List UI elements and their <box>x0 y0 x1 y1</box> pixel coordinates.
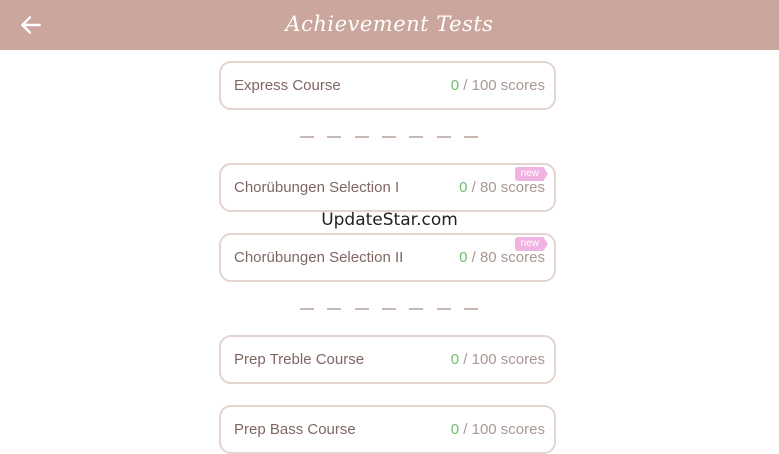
score-total: / 80 scores <box>471 179 545 196</box>
test-card-prep-treble-course[interactable]: Prep Treble Course 0 / 100 scores <box>219 335 556 384</box>
test-card-score: 0 / 80 scores <box>459 249 545 266</box>
score-current: 0 <box>450 351 460 368</box>
score-current: 0 <box>450 421 460 438</box>
test-card-label: Chorübungen Selection II <box>234 249 404 266</box>
section-divider <box>300 136 478 138</box>
test-card-score: 0 / 100 scores <box>451 421 545 438</box>
test-card-label: Express Course <box>234 77 341 94</box>
test-card-score: 0 / 100 scores <box>451 351 545 368</box>
score-current: 0 <box>459 249 468 266</box>
test-card-label: Prep Bass Course <box>234 421 356 438</box>
test-card-chorubungen-selection-2[interactable]: new Chorübungen Selection II 0 / 80 scor… <box>219 233 556 282</box>
test-card-label: Chorübungen Selection I <box>234 179 400 196</box>
test-card-score: 0 / 100 scores <box>451 77 545 94</box>
test-card-express-course[interactable]: Express Course 0 / 100 scores <box>219 61 556 110</box>
test-card-score: 0 / 80 scores <box>459 179 545 196</box>
score-total: / 100 scores <box>463 351 545 368</box>
test-card-label: Prep Treble Course <box>234 351 365 368</box>
score-current: 0 <box>450 77 460 94</box>
test-card-prep-bass-course[interactable]: Prep Bass Course 0 / 100 scores <box>219 405 556 454</box>
test-card-chorubungen-selection-1[interactable]: new Chorübungen Selection I 0 / 80 score… <box>219 163 556 212</box>
score-current: 0 <box>459 179 468 196</box>
score-total: / 80 scores <box>471 249 545 266</box>
section-divider <box>300 308 478 310</box>
page-title: Achievement Tests <box>285 12 494 36</box>
score-total: / 100 scores <box>463 77 545 94</box>
app-header: Achievement Tests <box>0 0 779 50</box>
test-list: Express Course 0 / 100 scores new Chorüb… <box>0 50 779 454</box>
score-total: / 100 scores <box>463 421 545 438</box>
